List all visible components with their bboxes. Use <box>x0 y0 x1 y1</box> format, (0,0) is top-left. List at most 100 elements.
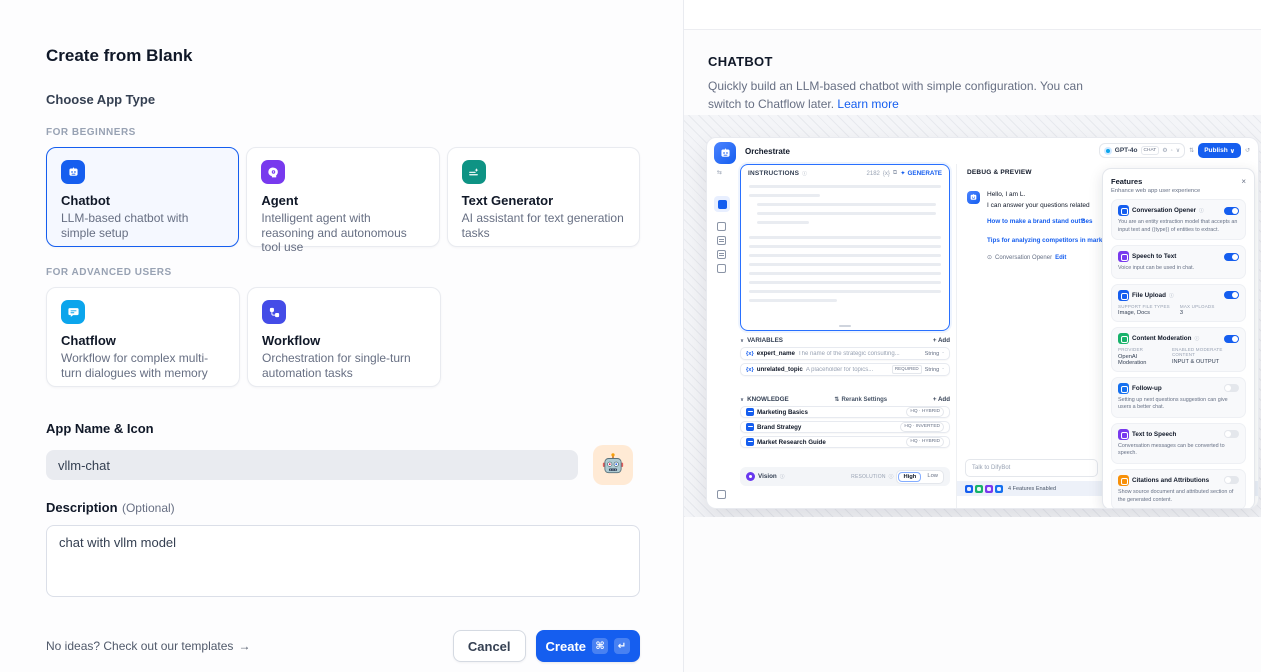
speaker-icon <box>1118 429 1129 440</box>
skeleton-line <box>749 236 941 239</box>
card-description: Workflow for complex multi-turn dialogue… <box>61 351 225 380</box>
feature-card-file-upload: File Upload ⓘ SUPPORT FILE TYPES Image, … <box>1111 284 1246 323</box>
skeleton-line <box>749 299 837 302</box>
features-panel: Features × Enhance web app user experien… <box>1102 168 1255 509</box>
card-title: Chatflow <box>61 333 225 348</box>
rerank-settings-button[interactable]: ⇅ Rerank Settings <box>834 396 887 403</box>
dataset-icon <box>746 423 754 431</box>
resize-handle[interactable] <box>839 325 851 327</box>
knowledge-row[interactable]: Marketing Basics HQ · HYBRID <box>740 406 950 418</box>
bot-greeting-line2: I can answer your questions related <box>987 202 1090 209</box>
chevron-down-icon[interactable]: ∨ <box>740 397 744 403</box>
skeleton-line <box>749 245 941 248</box>
model-settings-icon: ⚙ <box>1162 147 1167 154</box>
toggle-on[interactable] <box>1224 335 1239 343</box>
resolution-low-option[interactable]: Low <box>923 472 942 482</box>
feature-mini-icon <box>985 485 993 493</box>
for-advanced-users-label: FOR ADVANCED USERS <box>46 267 640 278</box>
feature-card-conversation-opener: Conversation Opener ⓘ You are an entity … <box>1111 199 1246 240</box>
app-type-card-workflow[interactable]: Workflow Orchestration for single-turn a… <box>247 287 441 387</box>
card-title: Workflow <box>262 333 426 348</box>
learn-more-link[interactable]: Learn more <box>837 97 898 111</box>
edit-opener-link[interactable]: Edit <box>1055 255 1066 261</box>
sidebar-bottom-icon[interactable] <box>717 490 726 499</box>
chat-bubble-icon <box>1118 383 1129 394</box>
toggle-on[interactable] <box>1224 291 1239 299</box>
create-app-panel: Create from Blank Choose App Type FOR BE… <box>0 0 683 672</box>
app-type-card-agent[interactable]: Agent Intelligent agent with reasoning a… <box>246 147 439 247</box>
skeleton-line <box>749 185 941 188</box>
rerank-toggle-icon[interactable]: ⇅ <box>1189 147 1194 154</box>
resolution-high-option[interactable]: High <box>898 472 921 482</box>
model-selector[interactable]: GPT-4o CHAT ⚙ ◦ ∨ <box>1099 143 1185 158</box>
knowledge-section: ∨ KNOWLEDGE ⇅ Rerank Settings + Add Mark… <box>740 396 950 448</box>
app-name-input[interactable] <box>46 450 578 480</box>
add-knowledge-button[interactable]: + Add <box>933 396 950 403</box>
info-icon: ⓘ <box>802 170 807 177</box>
suggestion-link[interactable]: Bes <box>1081 218 1093 225</box>
page-title: Create from Blank <box>46 46 640 66</box>
description-optional-label: (Optional) <box>122 501 175 515</box>
add-variable-button[interactable]: + Add <box>933 337 950 344</box>
model-mode-badge: CHAT <box>1141 146 1160 155</box>
app-icon-picker[interactable] <box>593 445 633 485</box>
model-param-icon: ◦ <box>1171 148 1173 154</box>
history-icon[interactable]: ↺ <box>1245 147 1250 154</box>
app-type-card-chatflow[interactable]: Chatflow Workflow for complex multi-turn… <box>46 287 240 387</box>
preview-image-area: Orchestrate GPT-4o CHAT ⚙ ◦ ∨ ⇅ Publish … <box>684 115 1261 517</box>
close-icon[interactable]: × <box>1241 177 1246 186</box>
toggle-on[interactable] <box>1224 207 1239 215</box>
feature-card-content-moderation: Content Moderation ⓘ PROVIDER OpenAI Mod… <box>1111 327 1246 372</box>
chevron-down-icon[interactable]: ∨ <box>740 338 744 344</box>
variable-row[interactable]: {x} unrelated_topic A placeholder for to… <box>740 363 950 376</box>
suggestion-link[interactable]: How to make a brand stand out? <box>987 218 1084 225</box>
preview-description: Quickly build an LLM-based chatbot with … <box>708 77 1098 113</box>
beginner-cards-row: Chatbot LLM-based chatbot with simple se… <box>46 147 640 247</box>
sidebar-item-icon[interactable] <box>717 250 726 259</box>
create-button[interactable]: Create ⌘ ↵ <box>536 630 640 662</box>
knowledge-row[interactable]: Brand Strategy HQ · INVERTED <box>740 421 950 433</box>
app-name-label: App Name & Icon <box>46 421 640 436</box>
collapse-sidebar-icon[interactable]: ⇆ <box>717 169 722 176</box>
bot-avatar <box>967 191 980 204</box>
card-description: Intelligent agent with reasoning and aut… <box>261 211 424 255</box>
info-icon: ⓘ <box>1199 207 1204 214</box>
feature-card-text-to-speech: Text to Speech Conversation messages can… <box>1111 423 1246 464</box>
shield-icon <box>1118 333 1129 344</box>
copy-icon[interactable]: ⧉ <box>893 170 897 177</box>
publish-button[interactable]: Publish ∨ <box>1198 143 1241 158</box>
generate-button[interactable]: ✦ GENERATE <box>900 170 942 177</box>
vision-icon <box>746 472 755 481</box>
sidebar-item-orchestrate[interactable] <box>714 196 730 212</box>
toggle-off[interactable] <box>1224 384 1239 392</box>
for-beginners-label: FOR BEGINNERS <box>46 127 640 138</box>
card-title: Text Generator <box>462 193 625 208</box>
card-title: Agent <box>261 193 424 208</box>
toggle-on[interactable] <box>1224 253 1239 261</box>
feature-mini-icon <box>975 485 983 493</box>
toggle-off[interactable] <box>1224 430 1239 438</box>
sidebar-item-icon[interactable] <box>717 236 726 245</box>
sidebar-item-icon[interactable] <box>717 264 726 273</box>
card-description: LLM-based chatbot with simple setup <box>61 211 224 240</box>
card-description: AI assistant for text generation tasks <box>462 211 625 240</box>
chat-input[interactable]: Talk to DifyBot <box>965 459 1098 477</box>
app-type-card-chatbot[interactable]: Chatbot LLM-based chatbot with simple se… <box>46 147 239 247</box>
templates-link[interactable]: No ideas? Check out our templates → <box>46 639 250 653</box>
variable-insert-icon[interactable]: {x} <box>883 171 890 177</box>
knowledge-row[interactable]: Market Research Guide HQ · HYBRID <box>740 436 950 448</box>
description-textarea[interactable]: chat with vllm model <box>46 525 640 597</box>
cancel-button[interactable]: Cancel <box>453 630 526 662</box>
suggestion-link[interactable]: Tips for analyzing competitors in market <box>987 237 1108 244</box>
variable-row[interactable]: {x} expert_name The name of the strategi… <box>740 347 950 360</box>
variable-icon: {x} <box>746 351 754 357</box>
feature-card-follow-up: Follow-up Setting up next questions sugg… <box>1111 377 1246 418</box>
app-type-card-text-generator[interactable]: Text Generator AI assistant for text gen… <box>447 147 640 247</box>
skeleton-line <box>749 194 820 197</box>
feature-mini-icon <box>965 485 973 493</box>
chevron-down-icon: ∨ <box>1176 147 1180 154</box>
toggle-off[interactable] <box>1224 476 1239 484</box>
sidebar-item-icon[interactable] <box>717 222 726 231</box>
dataset-icon <box>746 438 754 446</box>
cmd-key-icon: ⌘ <box>592 638 608 654</box>
